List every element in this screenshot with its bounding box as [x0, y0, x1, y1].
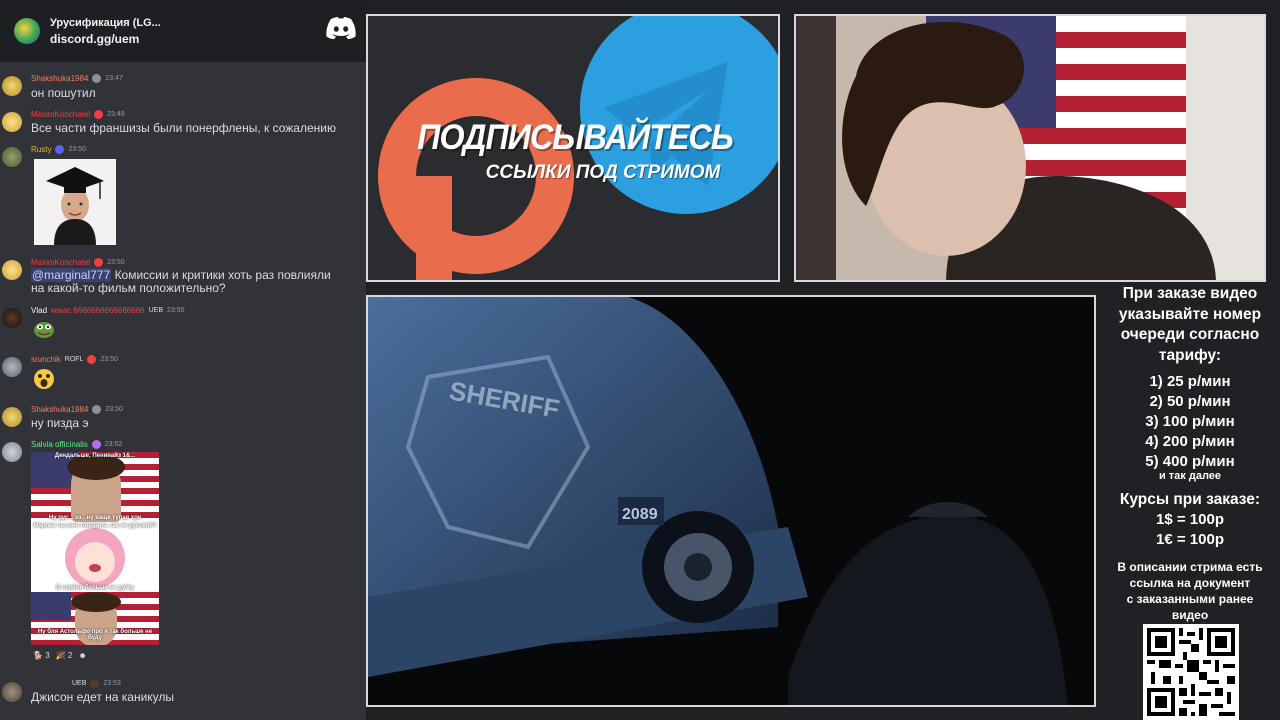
- meme-caption: В стрйой больше не ду%у: [56, 585, 134, 591]
- role-badge-icon: [92, 74, 102, 83]
- price-list: 1) 25 р/мин 2) 50 р/мин 3) 100 р/мин 4) …: [1100, 372, 1280, 472]
- username[interactable]: srunchik: [31, 355, 61, 364]
- timestamp: 23:50: [68, 146, 86, 153]
- avatar[interactable]: [2, 147, 22, 167]
- timestamp: 23:50: [100, 356, 118, 363]
- message-text-line2: на какой-то фильм положительно?: [31, 281, 226, 295]
- message-text: ну пизда э: [31, 416, 89, 430]
- username[interactable]: MaximKonchatel: [31, 110, 90, 119]
- price-list-more: и так далее: [1158, 470, 1222, 482]
- graduation-photo-attachment[interactable]: [34, 159, 116, 245]
- timestamp: 23:50: [107, 259, 125, 266]
- role-tag: ROFL: [64, 356, 84, 363]
- price-item: 5) 400 р/мин: [1145, 453, 1235, 470]
- red-circle-badge-icon: [94, 110, 104, 119]
- shocked-emoji-icon: [34, 369, 54, 389]
- red-circle-badge-icon: [94, 258, 104, 267]
- pricing-info-panel: При заказе видео указывайте номер очеред…: [1100, 282, 1280, 720]
- role-badge-icon: [92, 405, 102, 414]
- subscribe-promo-panel: ПОДПИСЫВАЙТЕСЬ ССЫЛКИ ПОД СТРИМОМ: [366, 14, 780, 282]
- price-item: 4) 200 р/мин: [1145, 433, 1235, 450]
- meme-panel-anime: [31, 522, 159, 592]
- main-video-player: SHERIFF 2089: [366, 295, 1096, 707]
- username[interactable]: MaximKonchatel: [31, 258, 90, 267]
- avatar[interactable]: [2, 260, 22, 280]
- skull-emoji-icon: ☻: [78, 651, 87, 660]
- username-extra: кекас 6666666666666666: [51, 306, 145, 315]
- order-instructions: При заказе видео указывайте номер очеред…: [1118, 285, 1262, 364]
- reaction-bar: 🐕 3 🎉 2 ☻: [33, 651, 87, 660]
- server-name: Урусификация (LG...: [50, 16, 161, 29]
- message-text: Комиссии и критики хоть раз повлияли: [111, 268, 331, 282]
- role-badge-icon: [90, 679, 100, 688]
- message-text: Все части франшизы были понерфлены, к со…: [31, 121, 336, 135]
- username[interactable]: Vlad: [31, 306, 47, 315]
- avatar[interactable]: [2, 682, 22, 702]
- username[interactable]: Rusty: [31, 145, 51, 154]
- timestamp: 23:48: [107, 111, 125, 118]
- exchange-rate: 1$ = 100р: [1156, 511, 1224, 528]
- message-text: Джисон едет на каникулы: [31, 690, 175, 704]
- user-mention[interactable]: @marginal777: [31, 268, 112, 282]
- qr-code-icon[interactable]: [1143, 624, 1239, 720]
- stream-layout: Урусификация (LG... discord.gg/uem Shaks…: [0, 0, 1280, 720]
- webcam-feed: [794, 14, 1266, 282]
- discord-server-header[interactable]: Урусификация (LG... discord.gg/uem: [0, 0, 366, 62]
- video-frame-police-car: SHERIFF 2089: [368, 297, 1094, 705]
- party-emoji-icon: 🎉: [55, 651, 66, 660]
- avatar[interactable]: [2, 407, 22, 427]
- meme-image-attachment[interactable]: Дендальше, Пенивайз 1&... Ну рус... ээ..…: [31, 452, 159, 645]
- timestamp: 23:50: [105, 406, 123, 413]
- username[interactable]: Shakshuka1984: [31, 74, 88, 83]
- meme-caption: Дендальше, Пенивайз 1&...: [54, 453, 136, 459]
- username[interactable]: Shakshuka1984: [31, 405, 88, 414]
- meme-caption: Марлен ты мне говорить так не русский?: [33, 523, 157, 529]
- price-item: 3) 100 р/мин: [1145, 413, 1235, 430]
- pepe-emoji-icon: [34, 322, 54, 338]
- discord-chat-overlay: Урусификация (LG... discord.gg/uem Shaks…: [0, 0, 366, 720]
- discord-logo-icon: [326, 17, 356, 39]
- meme-caption: Ну рус... ээ.. ну ваще тупая хрч: [48, 515, 142, 521]
- timestamp: 23:53: [103, 680, 121, 687]
- price-item: 2) 50 р/мин: [1149, 393, 1231, 410]
- role-badge-icon: [91, 440, 101, 449]
- description-note: В описании стрима есть ссылка на докумен…: [1117, 560, 1263, 622]
- promo-title: ПОДПИСЫВАЙТЕСЬ: [417, 118, 733, 157]
- webcam-scene: [796, 16, 1264, 280]
- exchange-rates-title: Курсы при заказе:: [1119, 491, 1261, 508]
- exchange-rate: 1€ = 100р: [1156, 531, 1224, 548]
- timestamp: 23:47: [105, 75, 123, 82]
- meme-caption: Ну бля Астольфо про я так больше не буду: [37, 629, 153, 641]
- server-invite-link[interactable]: discord.gg/uem: [50, 32, 161, 46]
- dog-emoji-icon: 🐕: [33, 651, 43, 660]
- message-text: он пошутил: [31, 86, 96, 100]
- avatar[interactable]: [2, 308, 22, 328]
- avatar[interactable]: [2, 112, 22, 132]
- role-badge-icon: [55, 145, 65, 154]
- meme-panel-flag: [31, 452, 159, 522]
- reaction[interactable]: ☻: [78, 651, 86, 660]
- server-icon: [14, 18, 40, 44]
- reaction[interactable]: 🐕 3: [33, 651, 50, 660]
- reaction[interactable]: 🎉 2: [56, 651, 73, 660]
- timestamp: 23:50: [167, 307, 185, 314]
- price-item: 1) 25 р/мин: [1149, 373, 1231, 390]
- avatar[interactable]: [2, 442, 22, 462]
- role-tag: UEB: [148, 307, 163, 314]
- red-circle-badge-icon: [87, 355, 97, 364]
- car-unit-number: 2089: [622, 506, 658, 523]
- timestamp: 23:52: [104, 441, 123, 448]
- avatar[interactable]: [2, 357, 22, 377]
- promo-subtitle: ССЫЛКИ ПОД СТРИМОМ: [485, 162, 721, 183]
- username[interactable]: Salvia officinalis: [31, 440, 88, 449]
- avatar[interactable]: [2, 76, 22, 96]
- role-tag: UEB: [72, 680, 87, 687]
